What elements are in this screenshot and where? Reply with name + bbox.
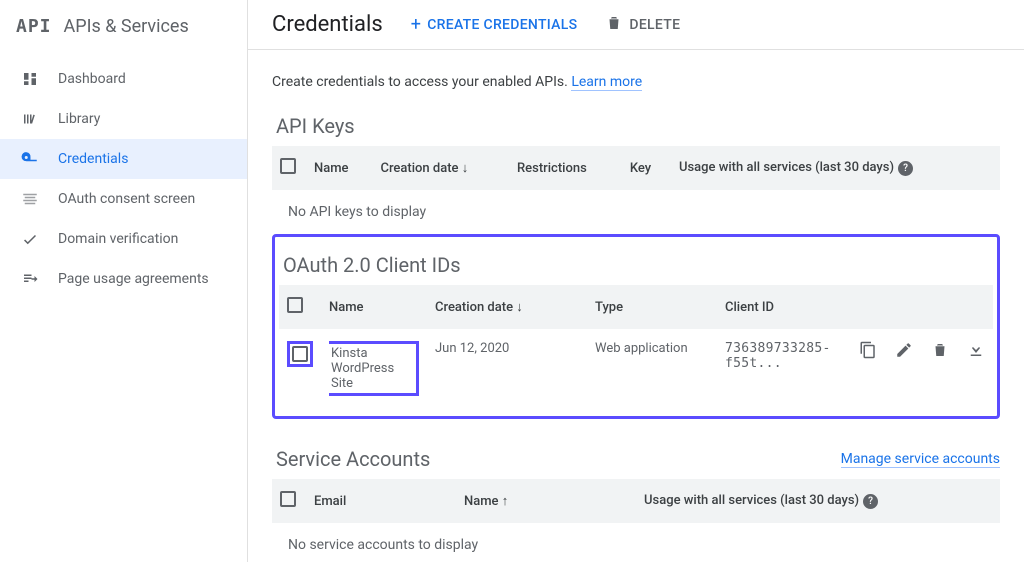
service-accounts-title: Service Accounts: [276, 447, 430, 471]
key-icon: [20, 149, 40, 169]
oauth-row-type: Web application: [587, 329, 717, 408]
row-checkbox[interactable]: [292, 346, 308, 362]
sidebar-item-label: OAuth consent screen: [58, 191, 195, 207]
sidebar-item-library[interactable]: Library: [0, 99, 247, 139]
empty-row: No API keys to display: [272, 190, 1000, 234]
arrow-up-icon: ↑: [499, 494, 509, 509]
delete-button[interactable]: DELETE: [605, 14, 680, 36]
topbar: Credentials + CREATE CREDENTIALS DELETE: [248, 0, 1024, 50]
service-accounts-table: Email Name ↑ Usage with all services (la…: [272, 479, 1000, 562]
helper-text: Create credentials to access your enable…: [272, 74, 1000, 90]
create-credentials-label: CREATE CREDENTIALS: [427, 17, 577, 33]
arrow-down-icon: ↓: [513, 300, 523, 315]
brand-title: APIs & Services: [64, 16, 189, 37]
nav: Dashboard Library Credentials OAuth cons…: [0, 49, 247, 299]
sidebar-item-page-usage[interactable]: Page usage agreements: [0, 259, 247, 299]
main: Credentials + CREATE CREDENTIALS DELETE …: [248, 0, 1024, 562]
select-all-checkbox[interactable]: [280, 158, 296, 174]
col-email[interactable]: Email: [306, 479, 456, 523]
content: Create credentials to access your enable…: [248, 50, 1024, 562]
service-accounts-section: Service Accounts Manage service accounts…: [272, 447, 1000, 562]
logo-icon: API: [16, 16, 52, 37]
oauth-title: OAuth 2.0 Client IDs: [283, 253, 993, 277]
consent-icon: [20, 189, 40, 209]
col-name[interactable]: Name: [321, 285, 427, 329]
sidebar: API APIs & Services Dashboard Library Cr…: [0, 0, 248, 562]
sidebar-item-label: Library: [58, 111, 100, 127]
arrow-down-icon: ↓: [459, 161, 469, 176]
help-icon[interactable]: ?: [898, 161, 913, 176]
oauth-row-client-id: 736389733285-f55t...: [717, 329, 843, 408]
sidebar-item-dashboard[interactable]: Dashboard: [0, 59, 247, 99]
api-keys-table: Name Creation date ↓ Restrictions Key Us…: [272, 146, 1000, 234]
agreements-icon: [20, 269, 40, 289]
sidebar-item-oauth-consent[interactable]: OAuth consent screen: [0, 179, 247, 219]
col-key[interactable]: Key: [622, 146, 671, 190]
oauth-table: Name Creation date ↓ Type Client ID Kins…: [279, 285, 993, 408]
learn-more-link[interactable]: Learn more: [571, 74, 642, 91]
table-header-row: Email Name ↑ Usage with all services (la…: [272, 479, 1000, 523]
helper-text-span: Create credentials to access your enable…: [272, 74, 571, 90]
api-keys-section: API Keys Name Creation date ↓ Restrictio…: [272, 114, 1000, 234]
edit-icon[interactable]: [895, 341, 913, 363]
select-all-checkbox[interactable]: [280, 491, 296, 507]
empty-message: No service accounts to display: [272, 523, 1000, 562]
delete-icon[interactable]: [931, 341, 949, 363]
col-restrictions[interactable]: Restrictions: [509, 146, 622, 190]
trash-icon: [605, 14, 623, 36]
library-icon: [20, 109, 40, 129]
empty-message: No API keys to display: [272, 190, 1000, 234]
col-creation[interactable]: Creation date ↓: [427, 285, 587, 329]
table-row[interactable]: Kinsta WordPress Site Jun 12, 2020 Web a…: [279, 329, 993, 408]
api-keys-title: API Keys: [276, 114, 1000, 138]
col-name[interactable]: Name: [306, 146, 372, 190]
col-usage[interactable]: Usage with all services (last 30 days)?: [636, 479, 1000, 523]
oauth-row-name: Kinsta WordPress Site: [331, 346, 394, 391]
oauth-row-creation: Jun 12, 2020: [427, 329, 587, 408]
sidebar-item-domain-verification[interactable]: Domain verification: [0, 219, 247, 259]
sidebar-item-label: Dashboard: [58, 71, 126, 87]
create-credentials-button[interactable]: + CREATE CREDENTIALS: [411, 14, 578, 35]
col-name[interactable]: Name ↑: [456, 479, 636, 523]
dashboard-icon: [20, 69, 40, 89]
col-client-id[interactable]: Client ID: [717, 285, 843, 329]
help-icon[interactable]: ?: [863, 494, 878, 509]
copy-icon[interactable]: [859, 341, 877, 363]
empty-row: No service accounts to display: [272, 523, 1000, 562]
download-icon[interactable]: [967, 341, 985, 363]
check-icon: [20, 229, 40, 249]
delete-label: DELETE: [629, 17, 680, 33]
brand-header: API APIs & Services: [0, 4, 247, 49]
select-all-checkbox[interactable]: [287, 297, 303, 313]
page-title: Credentials: [272, 12, 383, 37]
oauth-section: OAuth 2.0 Client IDs Name Creation date …: [272, 234, 1000, 419]
row-actions: [851, 341, 985, 363]
col-creation[interactable]: Creation date ↓: [372, 146, 509, 190]
sidebar-item-label: Page usage agreements: [58, 271, 209, 287]
col-usage[interactable]: Usage with all services (last 30 days)?: [671, 146, 1000, 190]
table-header-row: Name Creation date ↓ Restrictions Key Us…: [272, 146, 1000, 190]
plus-icon: +: [411, 14, 422, 35]
col-type[interactable]: Type: [587, 285, 717, 329]
sidebar-item-credentials[interactable]: Credentials: [0, 139, 247, 179]
sidebar-item-label: Domain verification: [58, 231, 178, 247]
table-header-row: Name Creation date ↓ Type Client ID: [279, 285, 993, 329]
sidebar-item-label: Credentials: [58, 151, 128, 167]
manage-service-accounts-link[interactable]: Manage service accounts: [841, 451, 1000, 468]
